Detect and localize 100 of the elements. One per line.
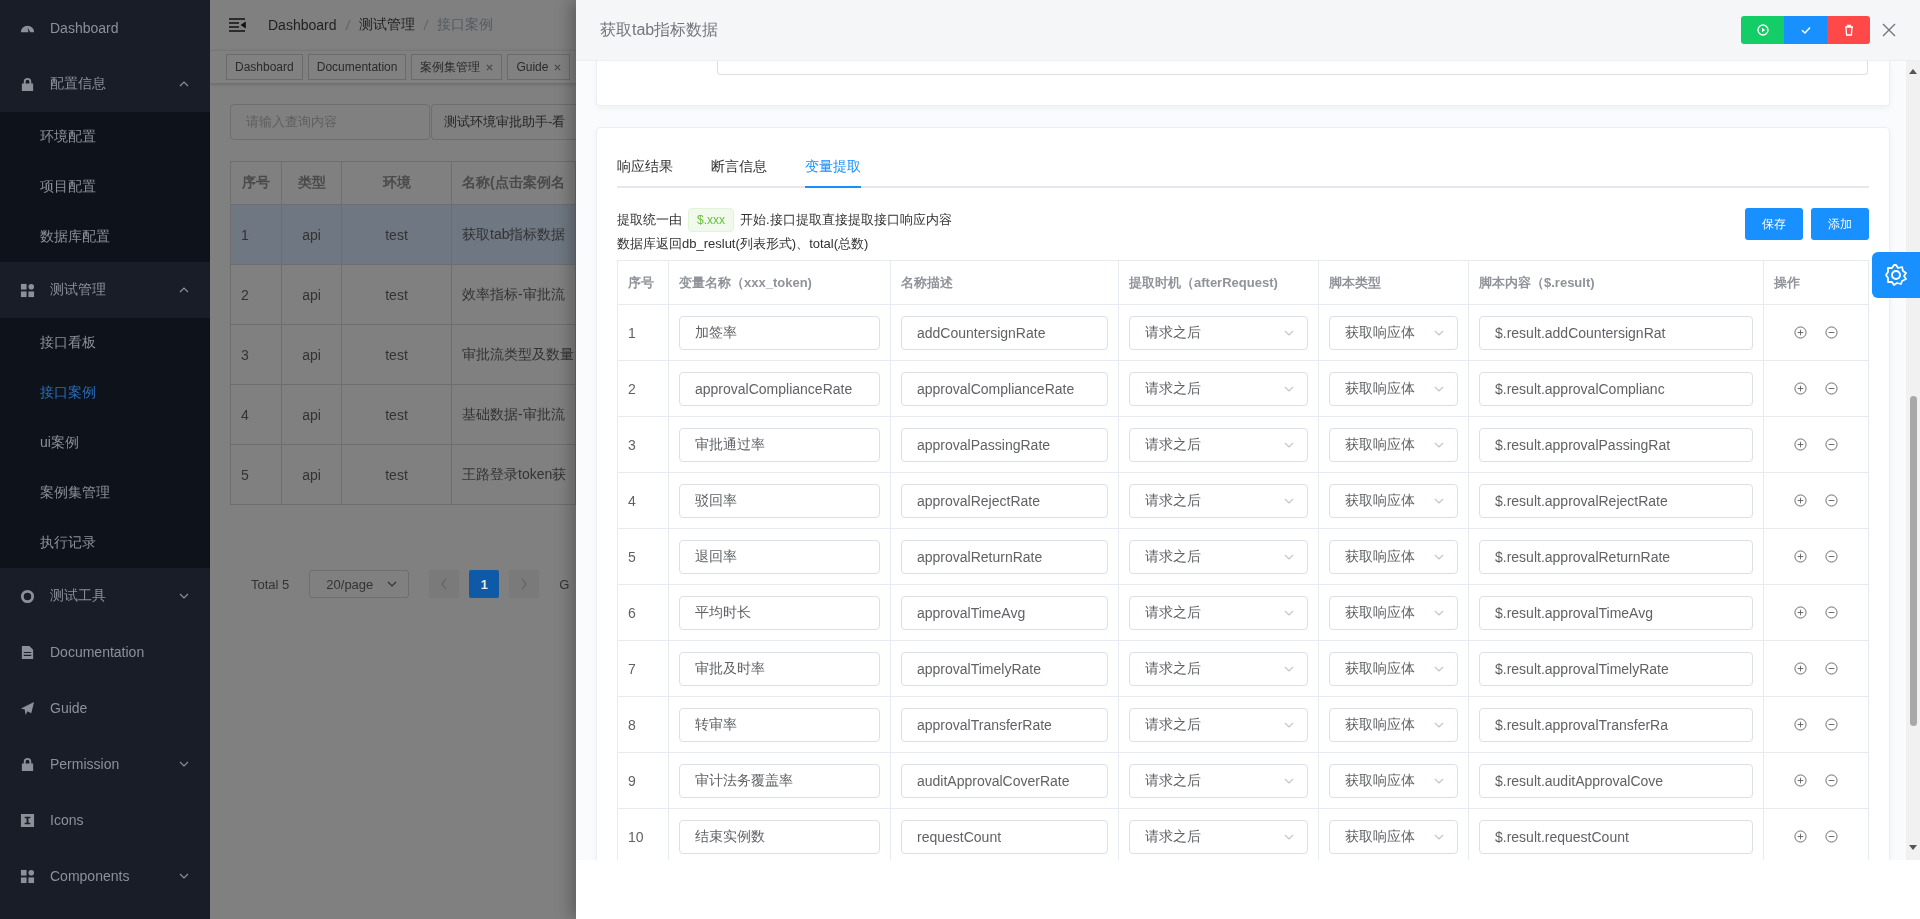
remove-row-icon[interactable] [1825,774,1838,787]
script-field[interactable]: $.result.approvalReturnRate [1479,539,1753,574]
submenu-item[interactable]: 项目配置 [0,162,210,212]
remove-row-icon[interactable] [1825,438,1838,451]
menu-item[interactable]: Components [0,848,210,904]
remove-row-icon[interactable] [1825,662,1838,675]
delete-button[interactable] [1827,16,1870,44]
add-row-icon[interactable] [1794,494,1807,507]
remove-row-icon[interactable] [1825,550,1838,563]
scroll-up-icon[interactable] [1909,69,1917,74]
timing-select[interactable]: 请求之后 [1129,595,1308,630]
menu-item[interactable]: 测试工具 [0,568,210,624]
settings-button[interactable] [1872,252,1920,298]
script-type-select[interactable]: 获取响应体 [1329,315,1458,350]
tab[interactable]: 响应结果 [617,148,673,188]
description-field[interactable]: auditApprovalCoverRate [901,763,1108,798]
table-row[interactable]: 4 api test 基础数据-审批流 [231,385,576,445]
timing-select[interactable]: 请求之后 [1129,707,1308,742]
script-field[interactable]: $.result.approvalTransferRa [1479,707,1753,742]
timing-select[interactable]: 请求之后 [1129,651,1308,686]
add-row-icon[interactable] [1794,326,1807,339]
add-row-icon[interactable] [1794,550,1807,563]
description-field[interactable]: approvalRejectRate [901,483,1108,518]
tag[interactable]: Documentation [307,54,407,80]
remove-row-icon[interactable] [1825,382,1838,395]
timing-select[interactable]: 请求之后 [1129,539,1308,574]
script-field[interactable]: $.result.approvalTimelyRate [1479,651,1753,686]
textarea-field[interactable] [717,61,1868,75]
submenu-item[interactable]: 执行记录 [0,518,210,568]
timing-select[interactable]: 请求之后 [1129,819,1308,854]
menu-item[interactable]: Guide [0,680,210,736]
remove-row-icon[interactable] [1825,718,1838,731]
submenu-item[interactable]: 数据库配置 [0,212,210,262]
timing-select[interactable]: 请求之后 [1129,427,1308,462]
add-row-icon[interactable] [1794,830,1807,843]
add-row-icon[interactable] [1794,438,1807,451]
script-type-select[interactable]: 获取响应体 [1329,707,1458,742]
variable-name-field[interactable]: 结束实例数 [679,819,880,854]
table-row[interactable]: 2 api test 效率指标-审批流 [231,265,576,325]
remove-row-icon[interactable] [1825,494,1838,507]
variable-name-field[interactable]: 审计法务覆盖率 [679,763,880,798]
script-type-select[interactable]: 获取响应体 [1329,651,1458,686]
script-type-select[interactable]: 获取响应体 [1329,819,1458,854]
description-field[interactable]: requestCount [901,819,1108,854]
script-field[interactable]: $.result.approvalTimeAvg [1479,595,1753,630]
description-field[interactable]: approvalTransferRate [901,707,1108,742]
script-field[interactable]: $.result.approvalRejectRate [1479,483,1753,518]
remove-row-icon[interactable] [1825,606,1838,619]
page-number[interactable]: 1 [469,570,500,598]
description-field[interactable]: approvalPassingRate [901,427,1108,462]
script-field[interactable]: $.result.approvalPassingRat [1479,427,1753,462]
tag[interactable]: 案例集管理 [411,54,503,80]
tab[interactable]: 变量提取 [805,148,861,188]
menu-item[interactable]: 配置信息 [0,56,210,112]
variable-name-field[interactable]: 退回率 [679,539,880,574]
menu-item[interactable]: Dashboard [0,0,210,56]
menu-item[interactable]: Icons [0,792,210,848]
menu-item[interactable]: Documentation [0,624,210,680]
breadcrumb-item[interactable]: 测试管理 [358,16,415,34]
submenu-item[interactable]: 环境配置 [0,112,210,162]
description-field[interactable]: approvalTimelyRate [901,651,1108,686]
script-type-select[interactable]: 获取响应体 [1329,371,1458,406]
timing-select[interactable]: 请求之后 [1129,371,1308,406]
script-field[interactable]: $.result.addCountersignRat [1479,315,1753,350]
tag[interactable]: Guide [507,54,571,80]
close-icon[interactable] [1882,23,1896,37]
script-type-select[interactable]: 获取响应体 [1329,427,1458,462]
remove-row-icon[interactable] [1825,830,1838,843]
remove-row-icon[interactable] [1825,326,1838,339]
tab[interactable]: 断言信息 [711,148,767,188]
timing-select[interactable]: 请求之后 [1129,763,1308,798]
variable-name-field[interactable]: 平均时长 [679,595,880,630]
table-row[interactable]: 5 api test 王路登录token获 [231,445,576,505]
script-field[interactable]: $.result.requestCount [1479,819,1753,854]
add-row-icon[interactable] [1794,718,1807,731]
variable-name-field[interactable]: 驳回率 [679,483,880,518]
breadcrumb-item[interactable]: Dashboard [268,17,337,33]
timing-select[interactable]: 请求之后 [1129,483,1308,518]
description-field[interactable]: approvalReturnRate [901,539,1108,574]
submenu-item[interactable]: ui案例 [0,418,210,468]
script-type-select[interactable]: 获取响应体 [1329,595,1458,630]
script-field[interactable]: $.result.approvalComplianc [1479,371,1753,406]
save-button[interactable]: 保存 [1745,208,1803,240]
scrollbar[interactable] [1906,61,1920,860]
variable-name-field[interactable]: 审批及时率 [679,651,880,686]
scrollbar-thumb[interactable] [1909,396,1917,726]
submenu-item[interactable]: 案例集管理 [0,468,210,518]
script-field[interactable]: $.result.auditApprovalCove [1479,763,1753,798]
variable-name-field[interactable]: 加签率 [679,315,880,350]
variable-name-field[interactable]: 转审率 [679,707,880,742]
scroll-down-icon[interactable] [1909,845,1917,850]
menu-item[interactable]: 测试管理 [0,262,210,318]
menu-icon[interactable] [228,17,246,33]
description-field[interactable]: addCountersignRate [901,315,1108,350]
timing-select[interactable]: 请求之后 [1129,315,1308,350]
close-icon[interactable] [554,63,562,71]
add-row-icon[interactable] [1794,606,1807,619]
tag[interactable]: Dashboard [226,54,303,80]
table-row[interactable]: 3 api test 审批流类型及数量 [231,325,576,385]
script-type-select[interactable]: 获取响应体 [1329,483,1458,518]
